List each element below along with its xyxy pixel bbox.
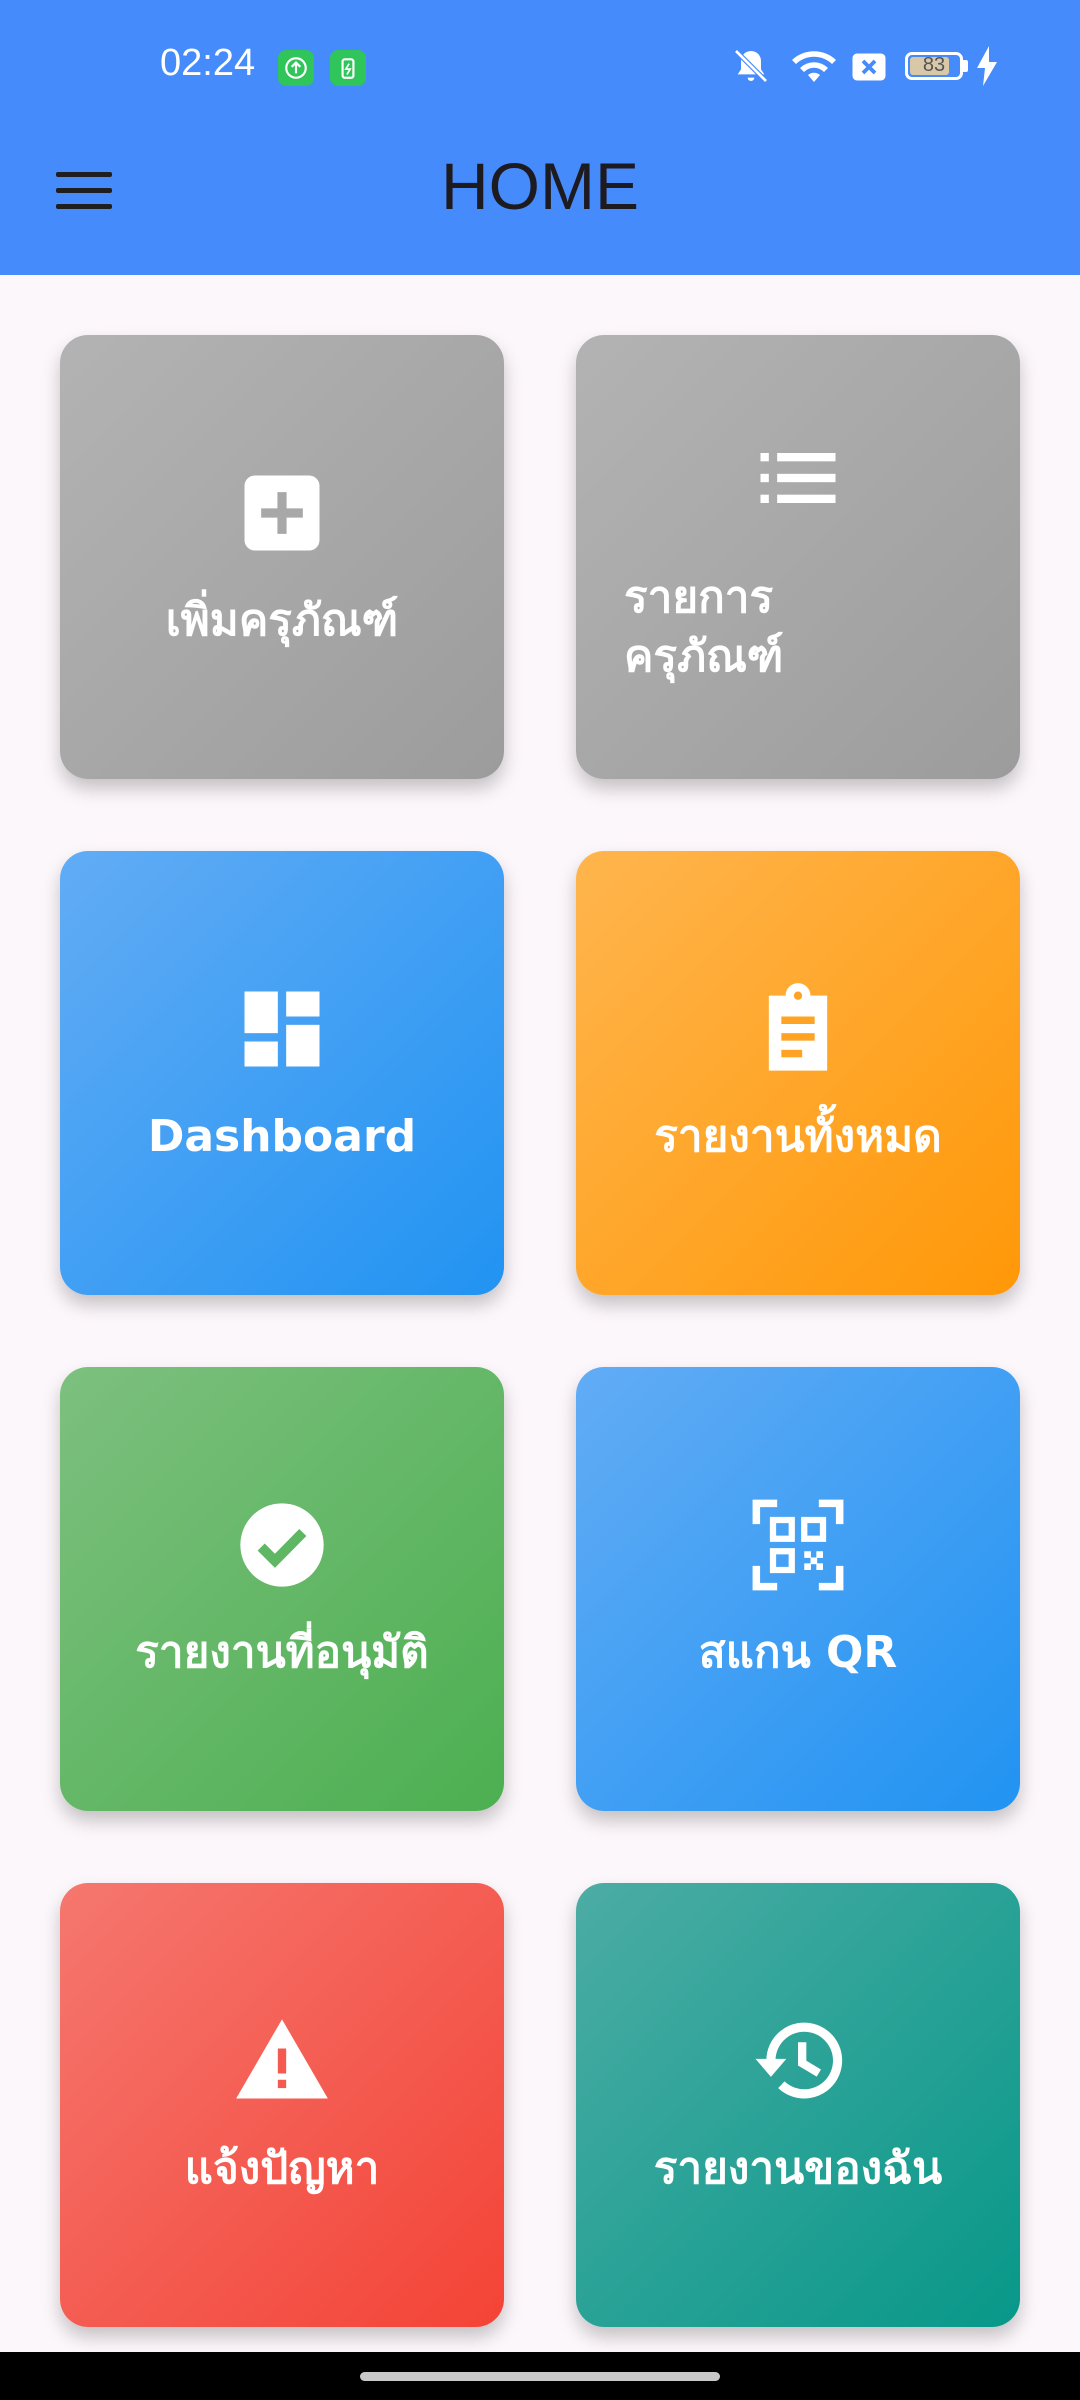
upload-notification-icon	[278, 50, 314, 86]
home-gesture-handle[interactable]	[360, 2372, 720, 2381]
tile-equipment-list[interactable]: รายการ ครุภัณฑ์	[576, 335, 1020, 779]
tile-report-problem[interactable]: แจ้งปัญหา	[60, 1883, 504, 2327]
dashboard-icon	[244, 991, 320, 1067]
status-time: 02:24	[160, 42, 256, 84]
system-navigation-bar	[0, 2352, 1080, 2400]
add-box-icon	[244, 475, 320, 551]
battery-tip	[963, 60, 968, 72]
battery-notification-icon	[330, 50, 366, 86]
tile-label: เพิ่มครุภัณฑ์	[165, 595, 399, 647]
tile-label: รายงานทั้งหมด	[654, 1111, 942, 1163]
tile-label: แจ้งปัญหา	[184, 2143, 380, 2195]
tile-label: รายงานที่อนุมัติ	[135, 1627, 429, 1679]
tile-label: รายงานของฉัน	[653, 2143, 943, 2195]
clipboard-icon	[768, 983, 828, 1071]
wifi-icon	[792, 51, 836, 82]
history-icon	[755, 2022, 843, 2099]
mute-icon	[734, 49, 768, 83]
battery-percentage: 83	[922, 54, 946, 76]
battery-indicator: 83	[905, 52, 963, 80]
tile-approved-reports[interactable]: รายงานที่อนุมัติ	[60, 1367, 504, 1811]
tile-scan-qr[interactable]: สแกน QR	[576, 1367, 1020, 1811]
tile-dashboard[interactable]: Dashboard	[60, 851, 504, 1295]
tile-label: Dashboard	[147, 1111, 417, 1163]
page-title: HOME	[441, 149, 639, 223]
no-sim-icon	[852, 53, 886, 81]
tile-add-equipment[interactable]: เพิ่มครุภัณฑ์	[60, 335, 504, 779]
tile-my-reports[interactable]: รายงานของฉัน	[576, 1883, 1020, 2327]
qr-scan-icon	[752, 1499, 844, 1591]
tile-label: สแกน QR	[698, 1627, 898, 1679]
list-icon	[760, 452, 836, 503]
check-circle-icon	[240, 1503, 324, 1587]
tile-label: รายการ ครุภัณฑ์	[624, 571, 784, 682]
charging-icon	[977, 46, 997, 86]
status-bar: 02:24 83	[0, 0, 1080, 130]
app-bar: 02:24 83 HOME	[0, 0, 1080, 275]
tile-all-reports[interactable]: รายงานทั้งหมด	[576, 851, 1020, 1295]
warning-icon	[236, 2019, 328, 2099]
